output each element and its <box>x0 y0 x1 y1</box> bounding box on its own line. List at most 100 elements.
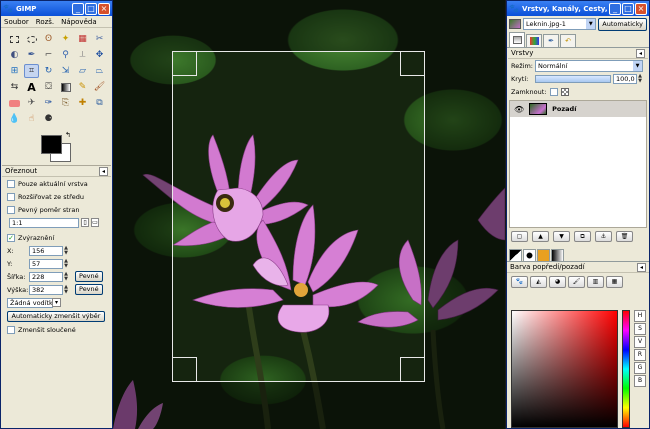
height-input[interactable]: 382 <box>29 284 63 295</box>
channel-r-button[interactable]: R <box>634 349 646 361</box>
crop-handle-top-left[interactable] <box>173 52 197 76</box>
duplicate-layer-button[interactable]: ⧉ <box>574 231 591 242</box>
perspective-clone-icon[interactable]: ⧉ <box>92 96 107 110</box>
close-button[interactable]: × <box>98 2 110 15</box>
flip-icon[interactable]: ⇆ <box>7 80 22 94</box>
aspect-portrait-button[interactable]: ▯ <box>81 218 89 227</box>
move-icon[interactable]: ✥ <box>92 48 107 62</box>
menu-file[interactable]: Soubor <box>4 18 29 26</box>
layer-row[interactable]: 👁 Pozadí <box>510 101 646 117</box>
opacity-input[interactable]: 100,0 <box>613 73 637 84</box>
minimize-button[interactable]: _ <box>609 2 621 15</box>
scissors-icon[interactable]: ✂ <box>92 32 107 46</box>
shrink-merged-option[interactable]: Zmenšit sloučené <box>2 323 111 336</box>
free-select-icon[interactable]: ʘ <box>41 32 56 46</box>
chevron-down-icon[interactable]: ▼ <box>586 19 596 29</box>
width-spinner-icon[interactable]: ▲ ▼ <box>63 271 69 282</box>
swap-colors-icon[interactable]: ↰ <box>65 131 71 139</box>
wheel-selector-button[interactable]: ◕ <box>549 276 566 288</box>
height-spinner-icon[interactable]: ▲ ▼ <box>63 284 69 295</box>
current-layer-only-checkbox[interactable] <box>7 179 15 188</box>
crop-handle-top-right[interactable] <box>400 52 424 76</box>
highlight-option[interactable]: ✓ Zvýraznění <box>2 231 111 244</box>
eye-icon[interactable]: 👁 <box>514 105 524 114</box>
tab-gradients[interactable] <box>551 249 564 261</box>
tab-fg-bg-color[interactable] <box>509 249 522 261</box>
auto-button[interactable]: Automaticky <box>598 17 647 31</box>
smudge-icon[interactable]: ☝ <box>24 112 39 126</box>
expand-from-center-option[interactable]: Rozšiřovat ze středu <box>2 190 111 203</box>
y-spinner-icon[interactable]: ▲ ▼ <box>63 258 69 269</box>
aspect-field[interactable]: 1:1 <box>9 217 79 228</box>
y-input[interactable]: 57 <box>29 258 63 269</box>
mode-select[interactable]: Normální ▼ <box>535 59 643 72</box>
guides-dropdown-icon[interactable]: ▾ <box>52 298 61 307</box>
ellipse-select-icon[interactable] <box>24 32 39 46</box>
gimp-selector-button[interactable]: 🐾 <box>511 276 528 288</box>
anchor-layer-button[interactable]: ⚓ <box>595 231 612 242</box>
menu-extensions[interactable]: Rozš. <box>36 18 54 26</box>
cmyk-selector-button[interactable]: ▦ <box>606 276 623 288</box>
rect-select-icon[interactable] <box>7 32 22 46</box>
paintbrush-icon[interactable]: 🖌 <box>92 80 107 94</box>
color-picker-icon[interactable]: ⌐ <box>41 48 56 62</box>
crop-icon[interactable]: ⌗ <box>24 64 39 78</box>
align-icon[interactable]: ⊞ <box>7 64 22 78</box>
current-layer-only-option[interactable]: Pouze aktuální vrstva <box>2 177 111 190</box>
fuzzy-select-icon[interactable]: ✦ <box>58 32 73 46</box>
minimize-button[interactable]: _ <box>72 2 84 15</box>
opacity-spinner-icon[interactable]: ▲ ▼ <box>637 73 643 84</box>
triangle-selector-button[interactable]: ◭ <box>530 276 547 288</box>
maximize-button[interactable]: □ <box>622 2 634 15</box>
highlight-checkbox[interactable]: ✓ <box>7 233 15 242</box>
blend-icon[interactable] <box>58 80 73 94</box>
watercolor-selector-button[interactable]: 🖌 <box>568 276 585 288</box>
toolbox-titlebar[interactable]: 🐾 GIMP _ □ × <box>1 1 112 16</box>
heal-icon[interactable]: ✚ <box>75 96 90 110</box>
width-input[interactable]: 228 <box>29 271 63 282</box>
clone-icon[interactable]: ⎘ <box>58 96 73 110</box>
paths-icon[interactable]: ✒ <box>24 48 39 62</box>
crop-rectangle[interactable] <box>172 51 425 382</box>
chevron-down-icon[interactable]: ▼ <box>633 60 642 71</box>
shrink-merged-checkbox[interactable] <box>7 325 15 334</box>
guides-select[interactable]: Žádná vodítka <box>7 297 57 308</box>
dock-menu-button[interactable]: ◂ <box>637 262 646 272</box>
channel-h-button[interactable]: H <box>634 310 646 322</box>
layers-titlebar[interactable]: 🐾 Vrstvy, Kanály, Cesty, ... _ □ × <box>507 1 649 16</box>
perspective-icon[interactable]: ⏢ <box>92 64 107 78</box>
image-select[interactable]: Leknin.jpg-1 ▼ <box>523 18 597 30</box>
close-button[interactable]: × <box>635 2 647 15</box>
scale-icon[interactable]: ⇲ <box>58 64 73 78</box>
dock-menu-button[interactable]: ◂ <box>99 166 108 176</box>
foreground-select-icon[interactable]: ◐ <box>7 48 22 62</box>
tab-layers[interactable] <box>509 32 525 47</box>
tab-undo[interactable]: ↶ <box>560 34 576 47</box>
maximize-button[interactable]: □ <box>85 2 97 15</box>
convolve-icon[interactable]: 💧 <box>7 112 22 126</box>
image-canvas[interactable] <box>113 0 505 429</box>
tab-paths[interactable]: ✒ <box>543 34 559 47</box>
pencil-icon[interactable]: ✎ <box>75 80 90 94</box>
airbrush-icon[interactable]: ✈ <box>24 96 39 110</box>
measure-icon[interactable]: ⟂ <box>75 48 90 62</box>
channel-g-button[interactable]: G <box>634 362 646 374</box>
channel-v-button[interactable]: V <box>634 336 646 348</box>
dodge-burn-icon[interactable]: ⚈ <box>41 112 56 126</box>
tab-patterns[interactable] <box>537 249 550 261</box>
x-input[interactable]: 156 <box>29 245 63 256</box>
channel-b-button[interactable]: B <box>634 375 646 387</box>
expand-from-center-checkbox[interactable] <box>7 192 15 201</box>
eraser-icon[interactable] <box>7 96 22 110</box>
scales-selector-button[interactable]: ▥ <box>587 276 604 288</box>
new-layer-button[interactable]: ▢ <box>511 231 528 242</box>
fixed-aspect-checkbox[interactable] <box>7 205 15 214</box>
opacity-slider[interactable] <box>535 74 611 83</box>
fixed-aspect-option[interactable]: Pevný poměr stran <box>2 203 111 216</box>
raise-layer-button[interactable]: ▲ <box>532 231 549 242</box>
delete-layer-button[interactable]: 🗑 <box>616 231 633 242</box>
lock-alpha-checkbox[interactable] <box>549 87 558 96</box>
zoom-icon[interactable]: ⚲ <box>58 48 73 62</box>
ink-icon[interactable]: ✑ <box>41 96 56 110</box>
channel-s-button[interactable]: S <box>634 323 646 335</box>
